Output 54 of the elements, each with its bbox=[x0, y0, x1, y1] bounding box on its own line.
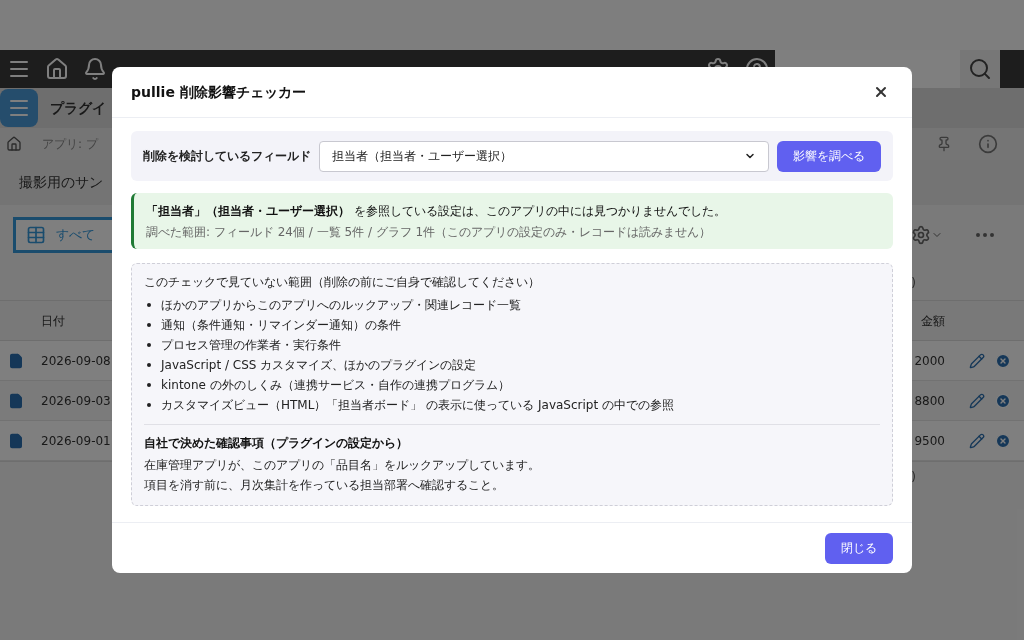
notes-item: JavaScript / CSS カスタマイズ、ほかのプラグインの設定 bbox=[161, 357, 477, 374]
custom-note: 在庫管理アプリが、このアプリの「品目名」をルックアップしています。 bbox=[144, 457, 541, 474]
bullet-icon bbox=[147, 343, 151, 347]
record-icon[interactable] bbox=[8, 392, 24, 409]
table-note: ) bbox=[911, 274, 916, 292]
custom-heading: 自社で決めた確認事項（プラグインの設定から） bbox=[144, 435, 409, 452]
close-icon bbox=[873, 84, 889, 100]
bullet-icon bbox=[147, 323, 151, 327]
table-cell-text: 2026-09-01 bbox=[41, 432, 111, 450]
bullet-icon bbox=[147, 303, 151, 307]
delete-icon[interactable] bbox=[995, 392, 1011, 409]
bullet-icon bbox=[147, 403, 151, 407]
info-icon[interactable] bbox=[978, 134, 998, 154]
home-icon[interactable] bbox=[6, 136, 22, 152]
notes-item: プロセス管理の作業者・実行条件 bbox=[161, 337, 341, 354]
bullet-icon bbox=[147, 363, 151, 367]
column-header: 日付 bbox=[41, 312, 65, 330]
delete-icon[interactable] bbox=[995, 352, 1011, 369]
record-icon[interactable] bbox=[8, 432, 24, 449]
search-button[interactable] bbox=[960, 50, 1000, 88]
field-select[interactable]: 担当者（担当者・ユーザー選択） bbox=[319, 140, 769, 172]
result-detail: 調べた範囲: フィールド 24個 / 一覧 5件 / グラフ 1件（このアプリの設定のみ・レコードは読みません） bbox=[146, 223, 713, 241]
search-icon bbox=[968, 57, 992, 81]
edit-icon[interactable] bbox=[969, 392, 985, 409]
notes-item: 通知（条件通知・リマインダー通知）の条件 bbox=[161, 317, 401, 334]
home-icon[interactable] bbox=[45, 57, 69, 81]
settings-icon[interactable] bbox=[911, 225, 931, 245]
edit-icon[interactable] bbox=[969, 352, 985, 369]
app-description: 撮影用のサン bbox=[19, 173, 103, 192]
dialog-title: pullie 削除影響チェッカー bbox=[131, 82, 306, 102]
table-cell-text: 2000 bbox=[914, 352, 945, 370]
table-cell-text: 2026-09-03 bbox=[41, 392, 111, 410]
table-cell-text: 9500 bbox=[914, 432, 945, 450]
result-message: 「担当者」（担当者・ユーザー選択） を参照している設定は、このアプリの中には見つかりませんでした。 bbox=[146, 202, 727, 220]
table-cell-text: 8800 bbox=[914, 392, 945, 410]
custom-note: 項目を消す前に、月次集計を作っている担当部署へ確認すること。 bbox=[144, 477, 505, 494]
notes-heading: このチェックで見ていない範囲（削除の前にご自身で確認してください） bbox=[144, 274, 541, 291]
column-header: 金額 bbox=[921, 312, 945, 330]
delete-icon[interactable] bbox=[995, 432, 1011, 449]
bell-icon[interactable] bbox=[83, 57, 107, 81]
table-note: ) bbox=[911, 469, 916, 486]
close-dialog-button[interactable]: 閉じる bbox=[825, 532, 893, 564]
notes-item: ほかのアプリからこのアプリへのルックアップ・関連レコード一覧 bbox=[161, 297, 521, 314]
check-button[interactable]: 影響を調べる bbox=[777, 140, 881, 172]
field-label: 削除を検討しているフィールド bbox=[143, 148, 311, 165]
edit-icon[interactable] bbox=[969, 432, 985, 449]
record-icon[interactable] bbox=[8, 352, 24, 369]
app-title: プラグイ bbox=[50, 98, 106, 118]
bullet-icon bbox=[147, 383, 151, 387]
notes-item: カスタマイズビュー（HTML）「担当者ボード」 の表示に使っている JavaScript の中での参照 bbox=[161, 397, 674, 414]
app-icon bbox=[0, 89, 38, 127]
notes-item: kintone の外のしくみ（連携サービス・自作の連携プログラム） bbox=[161, 377, 510, 394]
table-cell-text: 2026-09-08 bbox=[41, 352, 111, 370]
pin-icon[interactable] bbox=[936, 136, 952, 152]
